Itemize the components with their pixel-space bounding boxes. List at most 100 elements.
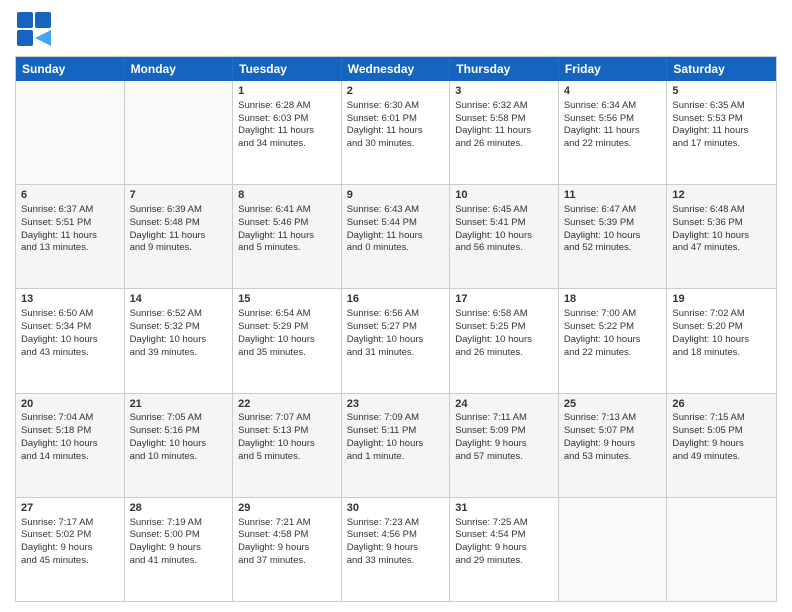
day-info-line: Sunrise: 7:00 AM bbox=[564, 308, 662, 321]
day-info-line: and 26 minutes. bbox=[455, 347, 553, 360]
day-info-line: Daylight: 9 hours bbox=[564, 438, 662, 451]
day-info-line: Sunrise: 7:21 AM bbox=[238, 517, 336, 530]
day-info-line: Daylight: 9 hours bbox=[672, 438, 771, 451]
weekday-header-sunday: Sunday bbox=[16, 57, 125, 81]
day-number: 13 bbox=[21, 292, 119, 307]
day-info-line: Sunrise: 6:35 AM bbox=[672, 100, 771, 113]
day-info-line: Sunset: 5:25 PM bbox=[455, 321, 553, 334]
day-info-line: Sunrise: 6:58 AM bbox=[455, 308, 553, 321]
day-info-line: and 1 minute. bbox=[347, 451, 445, 464]
day-info-line: Sunset: 5:22 PM bbox=[564, 321, 662, 334]
day-info-line: Sunset: 5:02 PM bbox=[21, 529, 119, 542]
calendar-cell bbox=[16, 81, 125, 184]
day-number: 14 bbox=[130, 292, 228, 307]
day-info-line: Sunset: 4:58 PM bbox=[238, 529, 336, 542]
day-info-line: Sunset: 5:16 PM bbox=[130, 425, 228, 438]
calendar-row: 1Sunrise: 6:28 AMSunset: 6:03 PMDaylight… bbox=[16, 81, 776, 184]
day-info-line: Sunset: 5:44 PM bbox=[347, 217, 445, 230]
day-info-line: and 49 minutes. bbox=[672, 451, 771, 464]
day-info-line: Daylight: 11 hours bbox=[564, 125, 662, 138]
calendar-body: 1Sunrise: 6:28 AMSunset: 6:03 PMDaylight… bbox=[16, 81, 776, 601]
day-info-line: and 29 minutes. bbox=[455, 555, 553, 568]
day-number: 2 bbox=[347, 84, 445, 99]
day-info-line: and 53 minutes. bbox=[564, 451, 662, 464]
day-info-line: Daylight: 11 hours bbox=[672, 125, 771, 138]
day-number: 19 bbox=[672, 292, 771, 307]
calendar-cell: 4Sunrise: 6:34 AMSunset: 5:56 PMDaylight… bbox=[559, 81, 668, 184]
day-info-line: Sunrise: 7:09 AM bbox=[347, 412, 445, 425]
day-info-line: Daylight: 11 hours bbox=[347, 125, 445, 138]
calendar-cell: 9Sunrise: 6:43 AMSunset: 5:44 PMDaylight… bbox=[342, 185, 451, 288]
calendar-header: SundayMondayTuesdayWednesdayThursdayFrid… bbox=[16, 57, 776, 81]
calendar-cell bbox=[667, 498, 776, 601]
day-info-line: Sunset: 4:54 PM bbox=[455, 529, 553, 542]
calendar-cell: 12Sunrise: 6:48 AMSunset: 5:36 PMDayligh… bbox=[667, 185, 776, 288]
day-number: 21 bbox=[130, 397, 228, 412]
calendar-cell: 1Sunrise: 6:28 AMSunset: 6:03 PMDaylight… bbox=[233, 81, 342, 184]
weekday-header-tuesday: Tuesday bbox=[233, 57, 342, 81]
day-info-line: Daylight: 11 hours bbox=[130, 230, 228, 243]
day-info-line: and 56 minutes. bbox=[455, 242, 553, 255]
day-number: 25 bbox=[564, 397, 662, 412]
day-info-line: Daylight: 10 hours bbox=[130, 438, 228, 451]
weekday-header-saturday: Saturday bbox=[667, 57, 776, 81]
calendar-cell: 2Sunrise: 6:30 AMSunset: 6:01 PMDaylight… bbox=[342, 81, 451, 184]
day-info-line: and 37 minutes. bbox=[238, 555, 336, 568]
day-info-line: Daylight: 10 hours bbox=[238, 334, 336, 347]
day-info-line: and 35 minutes. bbox=[238, 347, 336, 360]
day-info-line: Sunset: 5:58 PM bbox=[455, 113, 553, 126]
day-number: 4 bbox=[564, 84, 662, 99]
day-info-line: Daylight: 10 hours bbox=[347, 334, 445, 347]
day-info-line: and 22 minutes. bbox=[564, 138, 662, 151]
calendar-row: 13Sunrise: 6:50 AMSunset: 5:34 PMDayligh… bbox=[16, 288, 776, 392]
day-number: 9 bbox=[347, 188, 445, 203]
day-info-line: and 41 minutes. bbox=[130, 555, 228, 568]
day-info-line: Sunset: 5:00 PM bbox=[130, 529, 228, 542]
day-info-line: Sunset: 5:36 PM bbox=[672, 217, 771, 230]
day-info-line: Sunrise: 6:52 AM bbox=[130, 308, 228, 321]
day-number: 26 bbox=[672, 397, 771, 412]
calendar-cell: 19Sunrise: 7:02 AMSunset: 5:20 PMDayligh… bbox=[667, 289, 776, 392]
day-info-line: Sunrise: 6:34 AM bbox=[564, 100, 662, 113]
day-info-line: Sunrise: 6:54 AM bbox=[238, 308, 336, 321]
day-info-line: Daylight: 9 hours bbox=[455, 438, 553, 451]
calendar-row: 6Sunrise: 6:37 AMSunset: 5:51 PMDaylight… bbox=[16, 184, 776, 288]
day-info-line: Sunrise: 6:47 AM bbox=[564, 204, 662, 217]
calendar-cell: 31Sunrise: 7:25 AMSunset: 4:54 PMDayligh… bbox=[450, 498, 559, 601]
day-info-line: Daylight: 10 hours bbox=[21, 334, 119, 347]
day-info-line: Sunrise: 7:13 AM bbox=[564, 412, 662, 425]
day-info-line: Sunrise: 6:30 AM bbox=[347, 100, 445, 113]
day-info-line: Sunset: 5:48 PM bbox=[130, 217, 228, 230]
day-info-line: Sunset: 5:05 PM bbox=[672, 425, 771, 438]
day-number: 5 bbox=[672, 84, 771, 99]
day-number: 20 bbox=[21, 397, 119, 412]
day-info-line: Sunset: 5:51 PM bbox=[21, 217, 119, 230]
day-number: 29 bbox=[238, 501, 336, 516]
day-info-line: Daylight: 10 hours bbox=[347, 438, 445, 451]
day-info-line: Sunrise: 6:41 AM bbox=[238, 204, 336, 217]
weekday-header-thursday: Thursday bbox=[450, 57, 559, 81]
day-info-line: Daylight: 11 hours bbox=[347, 230, 445, 243]
day-info-line: Daylight: 10 hours bbox=[130, 334, 228, 347]
day-info-line: Sunset: 5:20 PM bbox=[672, 321, 771, 334]
day-info-line: and 30 minutes. bbox=[347, 138, 445, 151]
day-info-line: and 5 minutes. bbox=[238, 242, 336, 255]
day-info-line: and 9 minutes. bbox=[130, 242, 228, 255]
day-info-line: Daylight: 9 hours bbox=[347, 542, 445, 555]
calendar-cell: 30Sunrise: 7:23 AMSunset: 4:56 PMDayligh… bbox=[342, 498, 451, 601]
day-number: 24 bbox=[455, 397, 553, 412]
weekday-header-friday: Friday bbox=[559, 57, 668, 81]
day-info-line: Sunset: 6:03 PM bbox=[238, 113, 336, 126]
day-info-line: Daylight: 11 hours bbox=[238, 125, 336, 138]
day-info-line: and 14 minutes. bbox=[21, 451, 119, 464]
calendar-cell: 28Sunrise: 7:19 AMSunset: 5:00 PMDayligh… bbox=[125, 498, 234, 601]
calendar-cell: 26Sunrise: 7:15 AMSunset: 5:05 PMDayligh… bbox=[667, 394, 776, 497]
day-info-line: Sunset: 5:34 PM bbox=[21, 321, 119, 334]
day-number: 30 bbox=[347, 501, 445, 516]
calendar: SundayMondayTuesdayWednesdayThursdayFrid… bbox=[15, 56, 777, 602]
day-info-line: and 57 minutes. bbox=[455, 451, 553, 464]
calendar-cell: 13Sunrise: 6:50 AMSunset: 5:34 PMDayligh… bbox=[16, 289, 125, 392]
day-info-line: Daylight: 9 hours bbox=[455, 542, 553, 555]
day-info-line: Sunrise: 6:48 AM bbox=[672, 204, 771, 217]
calendar-cell: 18Sunrise: 7:00 AMSunset: 5:22 PMDayligh… bbox=[559, 289, 668, 392]
